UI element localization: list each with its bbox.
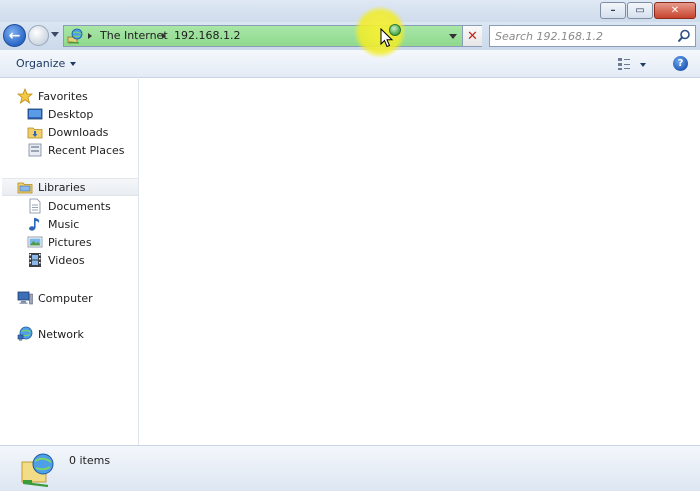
address-bar[interactable]: The Internet 192.168.1.2 ✕ (63, 25, 482, 47)
item-count: 0 items (69, 454, 111, 467)
sidebar-item-desktop[interactable]: Desktop (27, 105, 93, 123)
sidebar-item-label: Music (48, 217, 80, 231)
organize-label: Organize (16, 57, 66, 70)
window-controls: – ▭ ✕ (599, 2, 696, 19)
star-icon (17, 88, 33, 104)
chevron-down-icon (70, 61, 77, 66)
file-list-view[interactable] (140, 79, 700, 445)
search-input[interactable] (495, 29, 675, 43)
help-button[interactable]: ? (673, 56, 688, 71)
sidebar-item-libraries[interactable]: Libraries (2, 178, 138, 196)
stop-loading-button[interactable]: ✕ (462, 26, 482, 46)
details-pane: 0 items (0, 445, 700, 491)
breadcrumb-separator-icon[interactable] (88, 32, 92, 39)
breadcrumb-label[interactable]: 192.168.1.2 (174, 29, 240, 42)
sidebar-item-music[interactable]: Music (27, 215, 79, 233)
downloads-folder-icon (27, 127, 43, 139)
change-view-icon[interactable] (617, 57, 631, 71)
sidebar-item-label: Documents (48, 199, 111, 213)
close-button[interactable]: ✕ (654, 2, 696, 19)
sidebar-item-label: Computer (38, 291, 93, 305)
libraries-icon (17, 182, 33, 194)
back-button[interactable]: ← (3, 24, 26, 47)
search-icon[interactable] (677, 29, 691, 43)
sidebar-item-label: Favorites (38, 89, 88, 103)
breadcrumb-the-internet[interactable]: The Internet (88, 29, 168, 42)
sidebar-item-documents[interactable]: Documents (27, 197, 111, 215)
pictures-icon (27, 236, 43, 248)
back-arrow-icon: ← (8, 27, 21, 44)
breadcrumb-label[interactable]: The Internet (100, 29, 168, 42)
sidebar-item-computer[interactable]: Computer (17, 289, 93, 307)
sidebar-item-label: Pictures (48, 235, 92, 249)
command-toolbar: Organize ? (0, 50, 700, 78)
title-bar: – ▭ ✕ (0, 0, 700, 22)
music-note-icon (29, 218, 40, 231)
recent-places-icon (28, 143, 42, 157)
breadcrumb-ip-address[interactable]: 192.168.1.2 (162, 29, 240, 42)
network-location-icon (67, 28, 83, 44)
network-icon (17, 326, 33, 341)
sidebar-item-recent-places[interactable]: Recent Places (27, 141, 125, 159)
organize-menu-button[interactable]: Organize (16, 57, 77, 70)
sidebar-item-favorites[interactable]: Favorites (17, 87, 88, 105)
computer-icon (17, 291, 33, 305)
film-strip-icon (29, 253, 41, 267)
sidebar-item-network[interactable]: Network (17, 325, 84, 343)
sidebar-item-label: Desktop (48, 107, 94, 121)
sidebar-item-label: Videos (48, 253, 85, 267)
sidebar-item-pictures[interactable]: Pictures (27, 233, 92, 251)
navigation-bar: ← The Internet 192.168.1.2 ✕ (0, 22, 700, 50)
network-location-large-icon (21, 453, 54, 488)
address-history-dropdown[interactable] (449, 34, 457, 39)
sidebar-item-label: Network (38, 327, 84, 341)
breadcrumb-separator-icon[interactable] (162, 32, 166, 39)
sidebar-item-videos[interactable]: Videos (27, 251, 85, 269)
stop-icon: ✕ (467, 28, 478, 44)
navigation-pane: Favorites Desktop Downloads Recent Place… (0, 79, 139, 445)
desktop-icon (27, 108, 43, 120)
view-options-dropdown[interactable] (640, 63, 646, 67)
minimize-button[interactable]: – (600, 2, 626, 19)
sidebar-item-label: Recent Places (48, 143, 125, 157)
recent-pages-dropdown[interactable] (51, 32, 59, 37)
sidebar-item-label: Libraries (38, 180, 86, 194)
documents-icon (29, 198, 41, 214)
search-box[interactable] (489, 25, 696, 47)
forward-button[interactable] (28, 25, 49, 46)
sidebar-item-downloads[interactable]: Downloads (27, 123, 108, 141)
maximize-button[interactable]: ▭ (627, 2, 653, 19)
sidebar-item-label: Downloads (48, 125, 109, 139)
